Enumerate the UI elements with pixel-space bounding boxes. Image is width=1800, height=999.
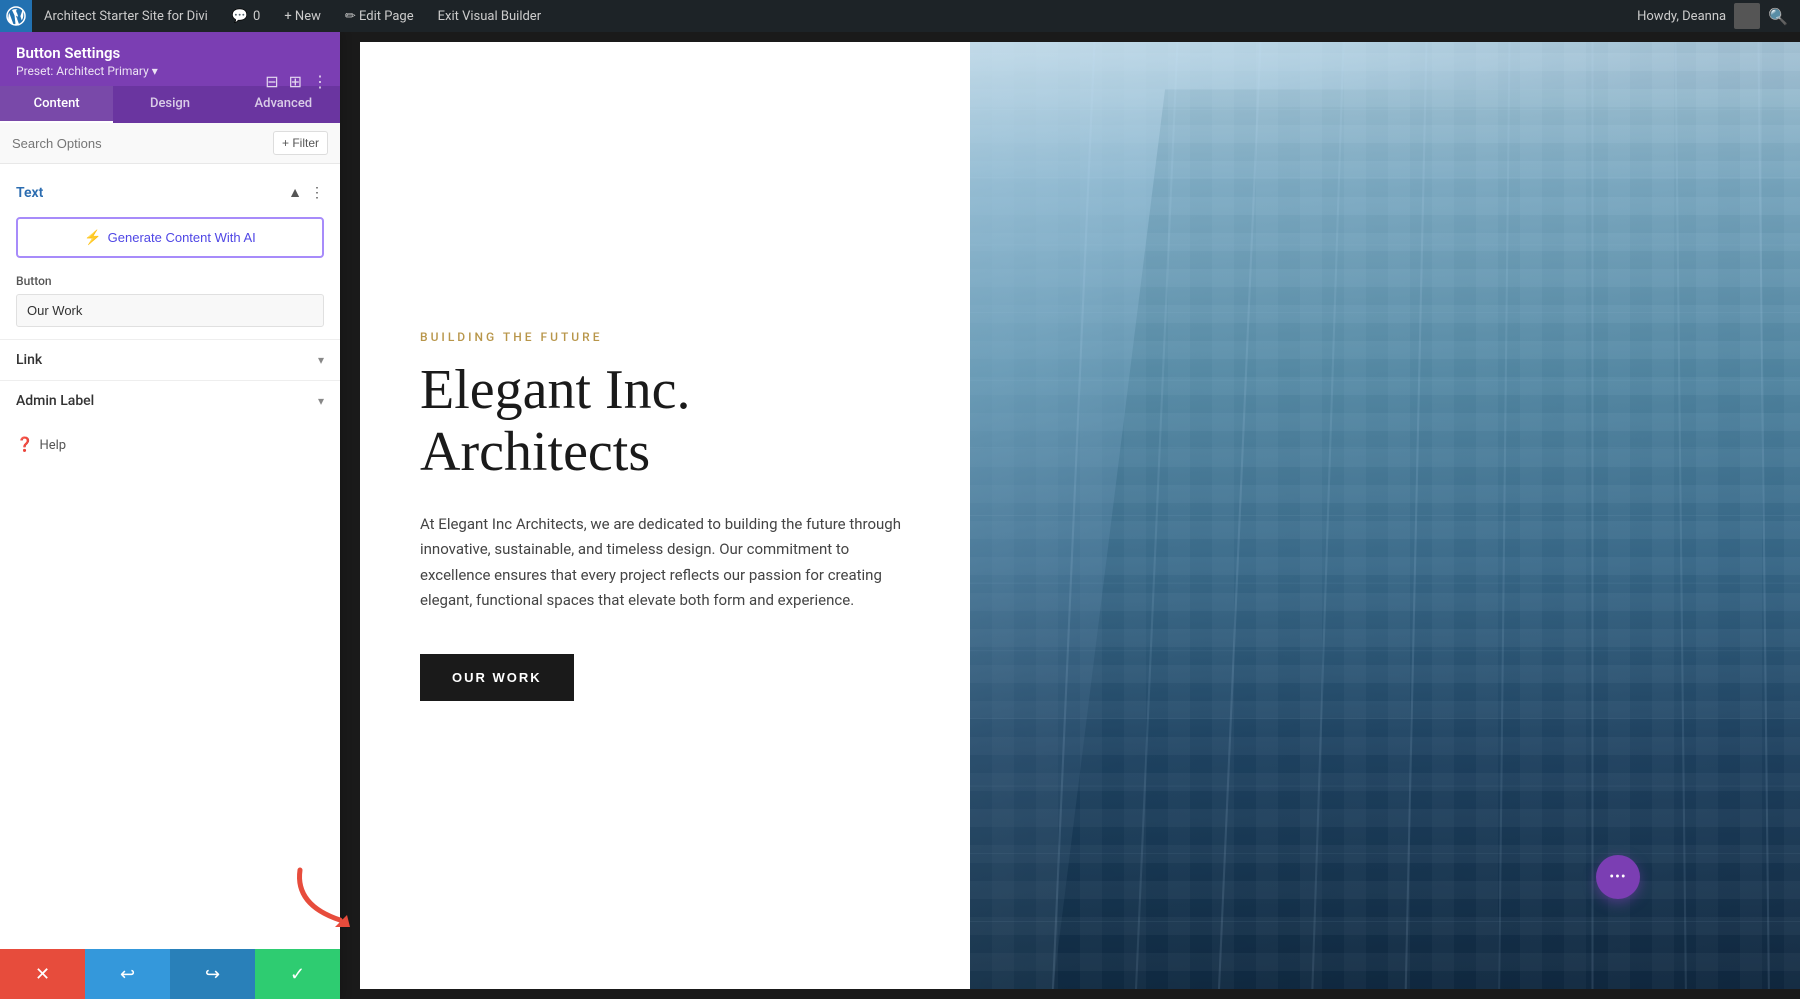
comment-icon: 💬 xyxy=(232,9,248,24)
panel-tabs: Content Design Advanced xyxy=(0,86,340,123)
close-button[interactable]: ✕ xyxy=(0,949,85,999)
ai-icon: ⚡ xyxy=(84,229,101,246)
wordpress-logo[interactable] xyxy=(0,0,32,32)
site-name[interactable]: Architect Starter Site for Divi xyxy=(32,0,220,32)
text-section-header[interactable]: Text ▲ ⋮ xyxy=(0,176,340,209)
main-area: BUILDING THE FUTURE Elegant Inc. Archite… xyxy=(340,32,1800,999)
help-icon: ❓ xyxy=(16,437,33,453)
redo-button[interactable]: ↪ xyxy=(170,949,255,999)
collapse-icon[interactable]: ▲ xyxy=(288,184,302,201)
panel-header: Button Settings Preset: Architect Primar… xyxy=(0,32,340,86)
tab-advanced[interactable]: Advanced xyxy=(227,86,340,123)
floating-menu-button[interactable]: ••• xyxy=(1596,855,1640,899)
our-work-button[interactable]: OUR WORK xyxy=(420,654,574,701)
text-section-title: Text xyxy=(16,185,43,201)
help-section[interactable]: ❓ Help xyxy=(0,421,340,469)
hero-title: Elegant Inc. Architects xyxy=(420,360,910,483)
admin-bar: Architect Starter Site for Divi 💬 0 + Ne… xyxy=(0,0,1800,32)
link-chevron-icon: ▾ xyxy=(318,353,324,367)
button-text-input[interactable] xyxy=(16,294,324,327)
button-field-group: Button xyxy=(0,266,340,339)
dots-icon: ••• xyxy=(1609,869,1626,885)
edit-page-link[interactable]: ✏ Edit Page xyxy=(333,0,426,32)
button-field-label: Button xyxy=(16,274,324,288)
exit-visual-builder-link[interactable]: Exit Visual Builder xyxy=(426,0,553,32)
settings-panel: Button Settings Preset: Architect Primar… xyxy=(0,32,340,999)
admin-label-chevron-icon: ▾ xyxy=(318,394,324,408)
panel-content: Text ▲ ⋮ ⚡ Generate Content With AI Butt… xyxy=(0,164,340,999)
admin-label-section[interactable]: Admin Label ▾ xyxy=(0,380,340,421)
admin-label-section-label: Admin Label xyxy=(16,393,94,409)
page-preview: BUILDING THE FUTURE Elegant Inc. Archite… xyxy=(340,32,1800,999)
link-section-label: Link xyxy=(16,352,42,368)
panel-header-icons: ⊟ ⊞ ⋮ xyxy=(265,72,328,91)
eyebrow-text: BUILDING THE FUTURE xyxy=(420,330,910,344)
text-section-icons: ▲ ⋮ xyxy=(288,184,324,201)
building-image xyxy=(970,42,1800,989)
user-greeting: Howdy, Deanna xyxy=(1637,9,1726,24)
undo-button[interactable]: ↩ xyxy=(85,949,170,999)
more-options-icon[interactable]: ⋮ xyxy=(312,72,328,91)
new-content-link[interactable]: + New xyxy=(272,0,333,32)
hero-body: At Elegant Inc Architects, we are dedica… xyxy=(420,512,910,614)
tab-design[interactable]: Design xyxy=(113,86,226,123)
bottom-bar: ✕ ↩ ↪ ✓ xyxy=(0,949,340,999)
admin-bar-right: Howdy, Deanna 🔍 xyxy=(1637,3,1800,29)
tab-content[interactable]: Content xyxy=(0,86,113,123)
content-card: BUILDING THE FUTURE Elegant Inc. Archite… xyxy=(360,42,970,989)
panel-title: Button Settings xyxy=(16,44,324,62)
generate-ai-button[interactable]: ⚡ Generate Content With AI xyxy=(16,217,324,258)
search-input[interactable] xyxy=(12,136,273,151)
panel-search: + Filter xyxy=(0,123,340,164)
section-more-icon[interactable]: ⋮ xyxy=(310,185,324,201)
user-avatar xyxy=(1734,3,1760,29)
admin-bar-left: Architect Starter Site for Divi 💬 0 + Ne… xyxy=(0,0,553,32)
text-section: Text ▲ ⋮ ⚡ Generate Content With AI xyxy=(0,176,340,258)
link-section[interactable]: Link ▾ xyxy=(0,339,340,380)
monitor-icon[interactable]: ⊟ xyxy=(265,72,278,91)
layout-icon[interactable]: ⊞ xyxy=(289,72,302,91)
comments-link[interactable]: 💬 0 xyxy=(220,0,273,32)
admin-search-icon[interactable]: 🔍 xyxy=(1768,7,1788,26)
filter-button[interactable]: + Filter xyxy=(273,131,328,155)
save-button[interactable]: ✓ xyxy=(255,949,340,999)
